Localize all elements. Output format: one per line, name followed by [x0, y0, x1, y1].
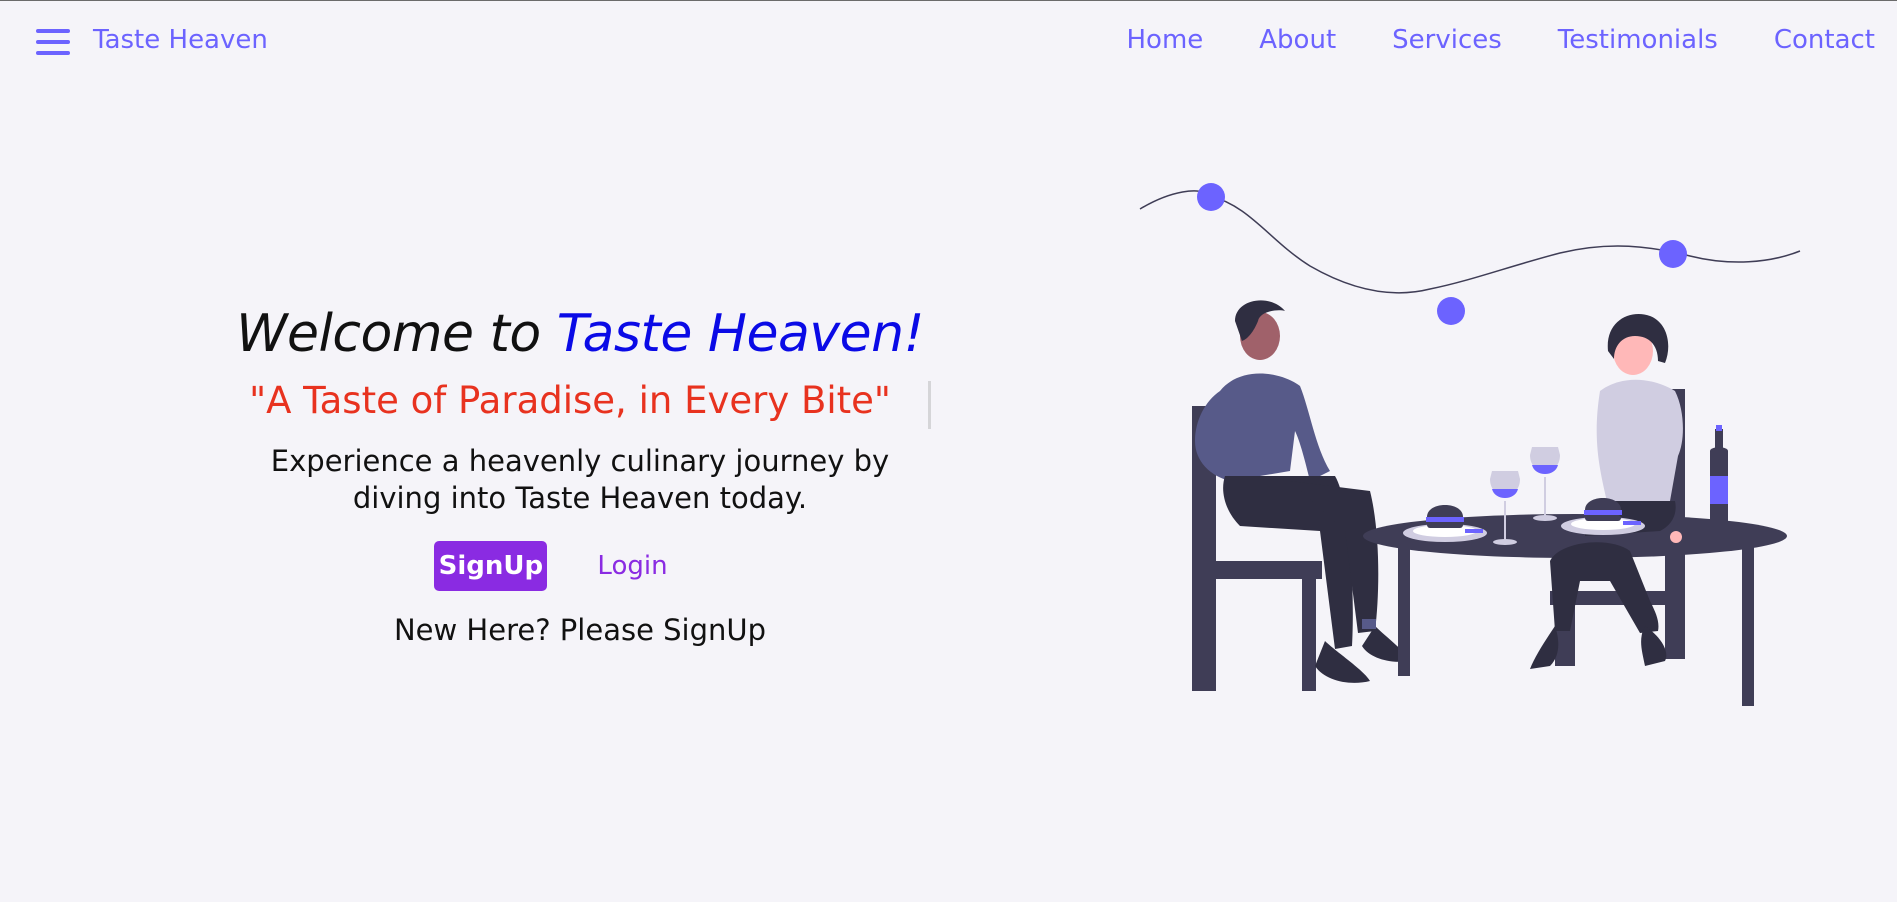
nav-links: Home About Services Testimonials Contact	[1070, 25, 1875, 55]
description-line-1: Experience a heavenly culinary journey b…	[270, 444, 890, 478]
string-lights-wire	[1139, 190, 1801, 294]
nav-link-home[interactable]: Home	[1126, 25, 1203, 55]
signup-hint: New Here? Please SignUp	[393, 613, 767, 647]
description-line-2: diving into Taste Heaven today.	[352, 481, 808, 515]
welcome-brand-name: Taste Heaven!	[556, 304, 925, 364]
light-bulb	[1437, 297, 1465, 325]
hamburger-line	[36, 29, 70, 33]
tagline: "A Taste of Paradise, in Every Bite"	[249, 379, 891, 422]
welcome-prefix: Welcome to	[236, 304, 541, 364]
nav-link-contact[interactable]: Contact	[1774, 25, 1875, 55]
page: Taste Heaven Home About Services Testimo…	[0, 0, 1897, 902]
hero-section: Welcome to Taste Heaven! "A Taste of Par…	[150, 301, 1010, 647]
login-link[interactable]: Login	[597, 551, 667, 581]
hero-actions: SignUp Login	[150, 541, 1010, 591]
couple-dining-illustration	[1130, 171, 1870, 751]
navbar: Taste Heaven Home About Services Testimo…	[0, 1, 1897, 83]
hamburger-menu-icon[interactable]	[36, 29, 70, 55]
nav-link-testimonials[interactable]: Testimonials	[1558, 25, 1718, 55]
nav-link-services[interactable]: Services	[1392, 25, 1502, 55]
hamburger-line	[36, 51, 70, 55]
wine-glass	[1530, 447, 1560, 521]
dining-illustration-svg	[1139, 183, 1801, 706]
tagline-row: "A Taste of Paradise, in Every Bite"	[150, 375, 1010, 429]
woman-figure	[1530, 314, 1683, 669]
welcome-heading: Welcome to Taste Heaven!	[150, 301, 1010, 367]
hero-description: Experience a heavenly culinary journey b…	[150, 443, 1010, 517]
signup-button[interactable]: SignUp	[434, 541, 548, 591]
typing-cursor	[928, 381, 931, 429]
wine-bottle	[1710, 425, 1728, 521]
light-bulb	[1659, 240, 1687, 268]
nav-link-about[interactable]: About	[1259, 25, 1336, 55]
brand-link[interactable]: Taste Heaven	[93, 25, 268, 55]
light-bulb	[1197, 183, 1225, 211]
hamburger-line	[36, 40, 70, 44]
